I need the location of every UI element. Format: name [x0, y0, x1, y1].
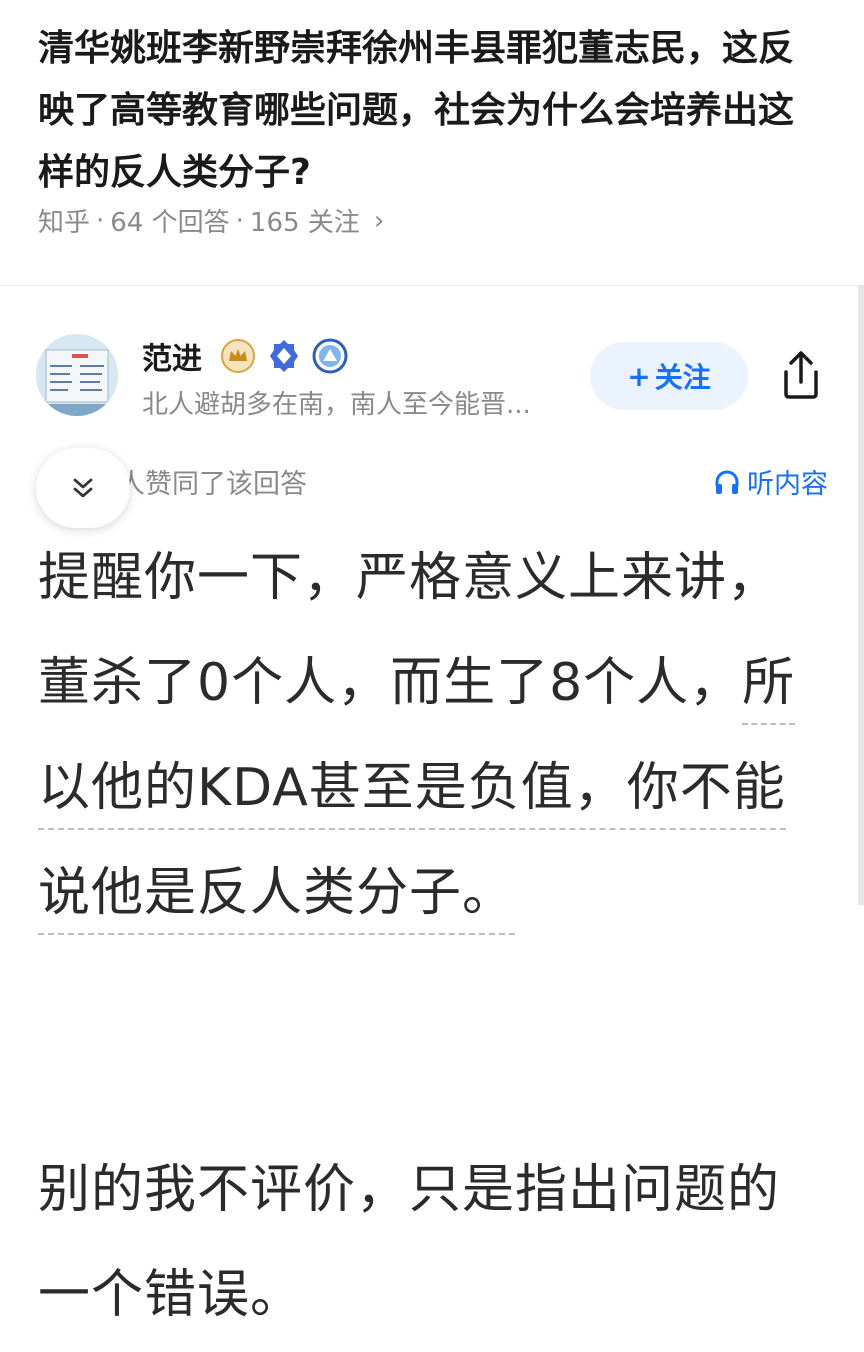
- author-name[interactable]: 范进: [142, 334, 202, 378]
- upvote-text: 人赞同了该回答: [118, 469, 307, 500]
- author-bio: 北人避胡多在南，南人至今能晋...: [142, 390, 531, 420]
- answers-count: 64 个回答: [110, 208, 230, 238]
- triangle-badge-icon[interactable]: [312, 338, 348, 374]
- avatar-image: [36, 334, 118, 416]
- answer-text-part1: 提醒你一下，严格意义上来讲，董杀了0个人，而生了8个人，: [38, 548, 781, 713]
- section-divider: [0, 285, 864, 286]
- collapse-button[interactable]: [36, 448, 130, 528]
- followers-count: 165 关注: [249, 208, 360, 238]
- meta-separator: ·: [235, 205, 244, 236]
- follow-label: 关注: [654, 361, 711, 394]
- headphones-icon: [715, 470, 739, 494]
- source-label: 知乎: [38, 208, 91, 238]
- author-badges: [220, 338, 348, 374]
- listen-button[interactable]: 听内容: [713, 462, 828, 501]
- listen-label: 听内容: [747, 469, 828, 500]
- diamond-badge-icon[interactable]: [266, 338, 302, 374]
- share-icon[interactable]: [778, 350, 824, 400]
- chevron-right-icon: ›: [373, 205, 385, 236]
- scrollbar[interactable]: [858, 285, 864, 905]
- answer-paragraph-1: 提醒你一下，严格意义上来讲，董杀了0个人，而生了8个人，所以他的KDA甚至是负值…: [38, 526, 824, 946]
- question-title[interactable]: 清华姚班李新野崇拜徐州丰县罪犯董志民，这反映了高等教育哪些问题，社会为什么会培养…: [38, 18, 828, 204]
- meta-separator: ·: [96, 205, 105, 236]
- double-chevron-down-icon: [73, 478, 93, 498]
- avatar[interactable]: [36, 334, 118, 416]
- crown-badge-icon[interactable]: [220, 338, 256, 374]
- answer-paragraph-2: 别的我不评价，只是指出问题的一个错误。: [38, 1160, 781, 1325]
- plus-icon: +: [627, 359, 651, 393]
- follow-button[interactable]: + 关注: [590, 342, 748, 410]
- question-meta[interactable]: 知乎 · 64 个回答 · 165 关注 ›: [38, 202, 384, 239]
